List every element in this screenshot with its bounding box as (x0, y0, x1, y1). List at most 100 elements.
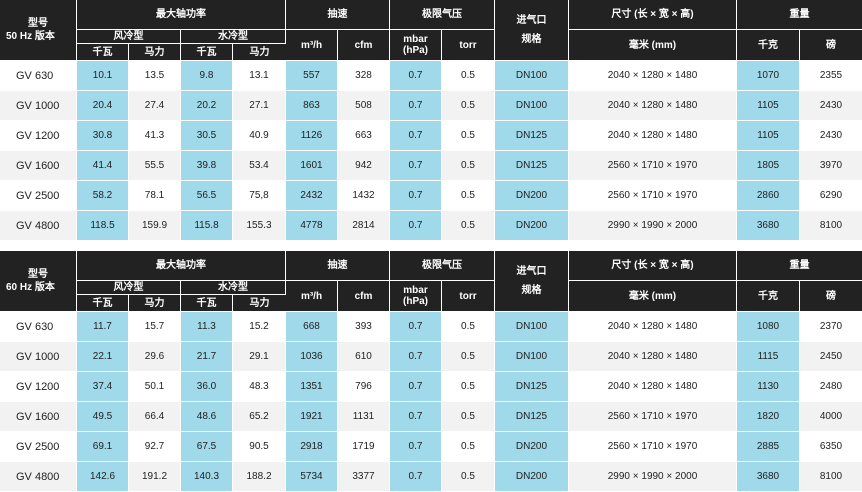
inlet-cell: DN200 (495, 432, 569, 462)
inlet-cell: DN200 (495, 181, 569, 211)
mbar-label: mbar (403, 285, 428, 296)
air-hp-cell: 13.5 (129, 61, 181, 91)
model-header: 型号 60 Hz 版本 (0, 251, 77, 312)
inlet-cell: DN100 (495, 61, 569, 91)
m3h-cell: 668 (286, 312, 338, 342)
m3h-cell: 1601 (286, 151, 338, 181)
model-cell: GV 1600 (0, 151, 77, 181)
inlet-header: 进气口 规格 (495, 0, 569, 61)
lb-cell: 2370 (800, 312, 862, 342)
weight-header: 重量 (737, 251, 862, 281)
air-kw-cell: 37.4 (77, 372, 129, 402)
dimensions-cell: 2040 × 1280 × 1480 (569, 372, 737, 402)
cfm-cell: 796 (338, 372, 390, 402)
model-cell: GV 2500 (0, 181, 77, 211)
table-row: GV 1200 37.4 50.1 36.0 48.3 1351 796 0.7… (0, 372, 862, 402)
dimensions-cell: 2560 × 1710 × 1970 (569, 402, 737, 432)
cfm-cell: 393 (338, 312, 390, 342)
water-hp-cell: 155.3 (233, 211, 286, 241)
water-hp-cell: 90.5 (233, 432, 286, 462)
inlet-cell: DN100 (495, 312, 569, 342)
mm-header: 毫米 (mm) (569, 281, 737, 312)
dimensions-cell: 2040 × 1280 × 1480 (569, 91, 737, 121)
spec-table-60hz-body: GV 630 11.7 15.7 11.3 15.2 668 393 0.7 0… (0, 312, 862, 492)
water-kw-cell: 20.2 (181, 91, 233, 121)
water-kw-cell: 39.8 (181, 151, 233, 181)
air-kw-cell: 69.1 (77, 432, 129, 462)
inlet-header-line1: 进气口 (516, 266, 547, 277)
m3h-header: m³/h (286, 30, 338, 61)
mbar-cell: 0.7 (390, 181, 442, 211)
torr-cell: 0.5 (442, 372, 495, 402)
air-kw-cell: 142.6 (77, 462, 129, 492)
max-power-header: 最大轴功率 (77, 0, 286, 30)
air-cooled-header: 风冷型 (77, 30, 181, 44)
water-kw-cell: 21.7 (181, 342, 233, 372)
water-hp-header: 马力 (233, 295, 286, 312)
torr-cell: 0.5 (442, 151, 495, 181)
dimensions-cell: 2040 × 1280 × 1480 (569, 312, 737, 342)
water-kw-cell: 11.3 (181, 312, 233, 342)
lb-cell: 2355 (800, 61, 862, 91)
water-hp-cell: 13.1 (233, 61, 286, 91)
dimensions-header: 尺寸 (长 × 宽 × 高) (569, 0, 737, 30)
dimensions-cell: 2040 × 1280 × 1480 (569, 342, 737, 372)
table-row: GV 1000 20.4 27.4 20.2 27.1 863 508 0.7 … (0, 91, 862, 121)
inlet-header-line2: 规格 (521, 285, 542, 296)
lb-cell: 6350 (800, 432, 862, 462)
air-kw-cell: 58.2 (77, 181, 129, 211)
lb-header: 磅 (800, 281, 862, 312)
spec-table-50hz: 型号 50 Hz 版本 最大轴功率 抽速 极限气压 进气口 规格 尺寸 (长 ×… (0, 0, 862, 241)
mbar-cell: 0.7 (390, 372, 442, 402)
air-kw-header: 千瓦 (77, 44, 129, 61)
kg-header: 千克 (737, 281, 800, 312)
lb-cell: 6290 (800, 181, 862, 211)
kg-cell: 2885 (737, 432, 800, 462)
air-hp-cell: 78.1 (129, 181, 181, 211)
m3h-cell: 1921 (286, 402, 338, 432)
inlet-cell: DN125 (495, 402, 569, 432)
cfm-cell: 508 (338, 91, 390, 121)
air-hp-cell: 66.4 (129, 402, 181, 432)
air-kw-cell: 30.8 (77, 121, 129, 151)
air-kw-cell: 49.5 (77, 402, 129, 432)
water-hp-cell: 48.3 (233, 372, 286, 402)
ultimate-pressure-header: 极限气压 (390, 251, 495, 281)
air-hp-cell: 41.3 (129, 121, 181, 151)
inlet-cell: DN100 (495, 91, 569, 121)
air-kw-cell: 11.7 (77, 312, 129, 342)
torr-cell: 0.5 (442, 402, 495, 432)
air-hp-cell: 92.7 (129, 432, 181, 462)
cfm-header: cfm (338, 281, 390, 312)
table-row: GV 630 11.7 15.7 11.3 15.2 668 393 0.7 0… (0, 312, 862, 342)
torr-cell: 0.5 (442, 181, 495, 211)
mbar-cell: 0.7 (390, 342, 442, 372)
m3h-cell: 4778 (286, 211, 338, 241)
lb-cell: 8100 (800, 211, 862, 241)
water-kw-header: 千瓦 (181, 295, 233, 312)
m3h-cell: 1351 (286, 372, 338, 402)
water-hp-cell: 15.2 (233, 312, 286, 342)
inlet-cell: DN100 (495, 342, 569, 372)
water-kw-cell: 67.5 (181, 432, 233, 462)
table-row: GV 630 10.1 13.5 9.8 13.1 557 328 0.7 0.… (0, 61, 862, 91)
model-cell: GV 2500 (0, 432, 77, 462)
water-hp-header: 马力 (233, 44, 286, 61)
spec-table-50hz-body: GV 630 10.1 13.5 9.8 13.1 557 328 0.7 0.… (0, 61, 862, 241)
model-cell: GV 1200 (0, 121, 77, 151)
kg-cell: 1820 (737, 402, 800, 432)
torr-header: torr (442, 281, 495, 312)
mbar-cell: 0.7 (390, 151, 442, 181)
air-kw-cell: 22.1 (77, 342, 129, 372)
table-row: GV 1000 22.1 29.6 21.7 29.1 1036 610 0.7… (0, 342, 862, 372)
dimensions-cell: 2560 × 1710 × 1970 (569, 151, 737, 181)
lb-cell: 2430 (800, 121, 862, 151)
weight-header: 重量 (737, 0, 862, 30)
lb-cell: 2430 (800, 91, 862, 121)
dimensions-cell: 2990 × 1990 × 2000 (569, 462, 737, 492)
m3h-header: m³/h (286, 281, 338, 312)
water-cooled-header: 水冷型 (181, 281, 286, 295)
table-row: GV 1600 49.5 66.4 48.6 65.2 1921 1131 0.… (0, 402, 862, 432)
dimensions-cell: 2040 × 1280 × 1480 (569, 121, 737, 151)
model-cell: GV 1200 (0, 372, 77, 402)
